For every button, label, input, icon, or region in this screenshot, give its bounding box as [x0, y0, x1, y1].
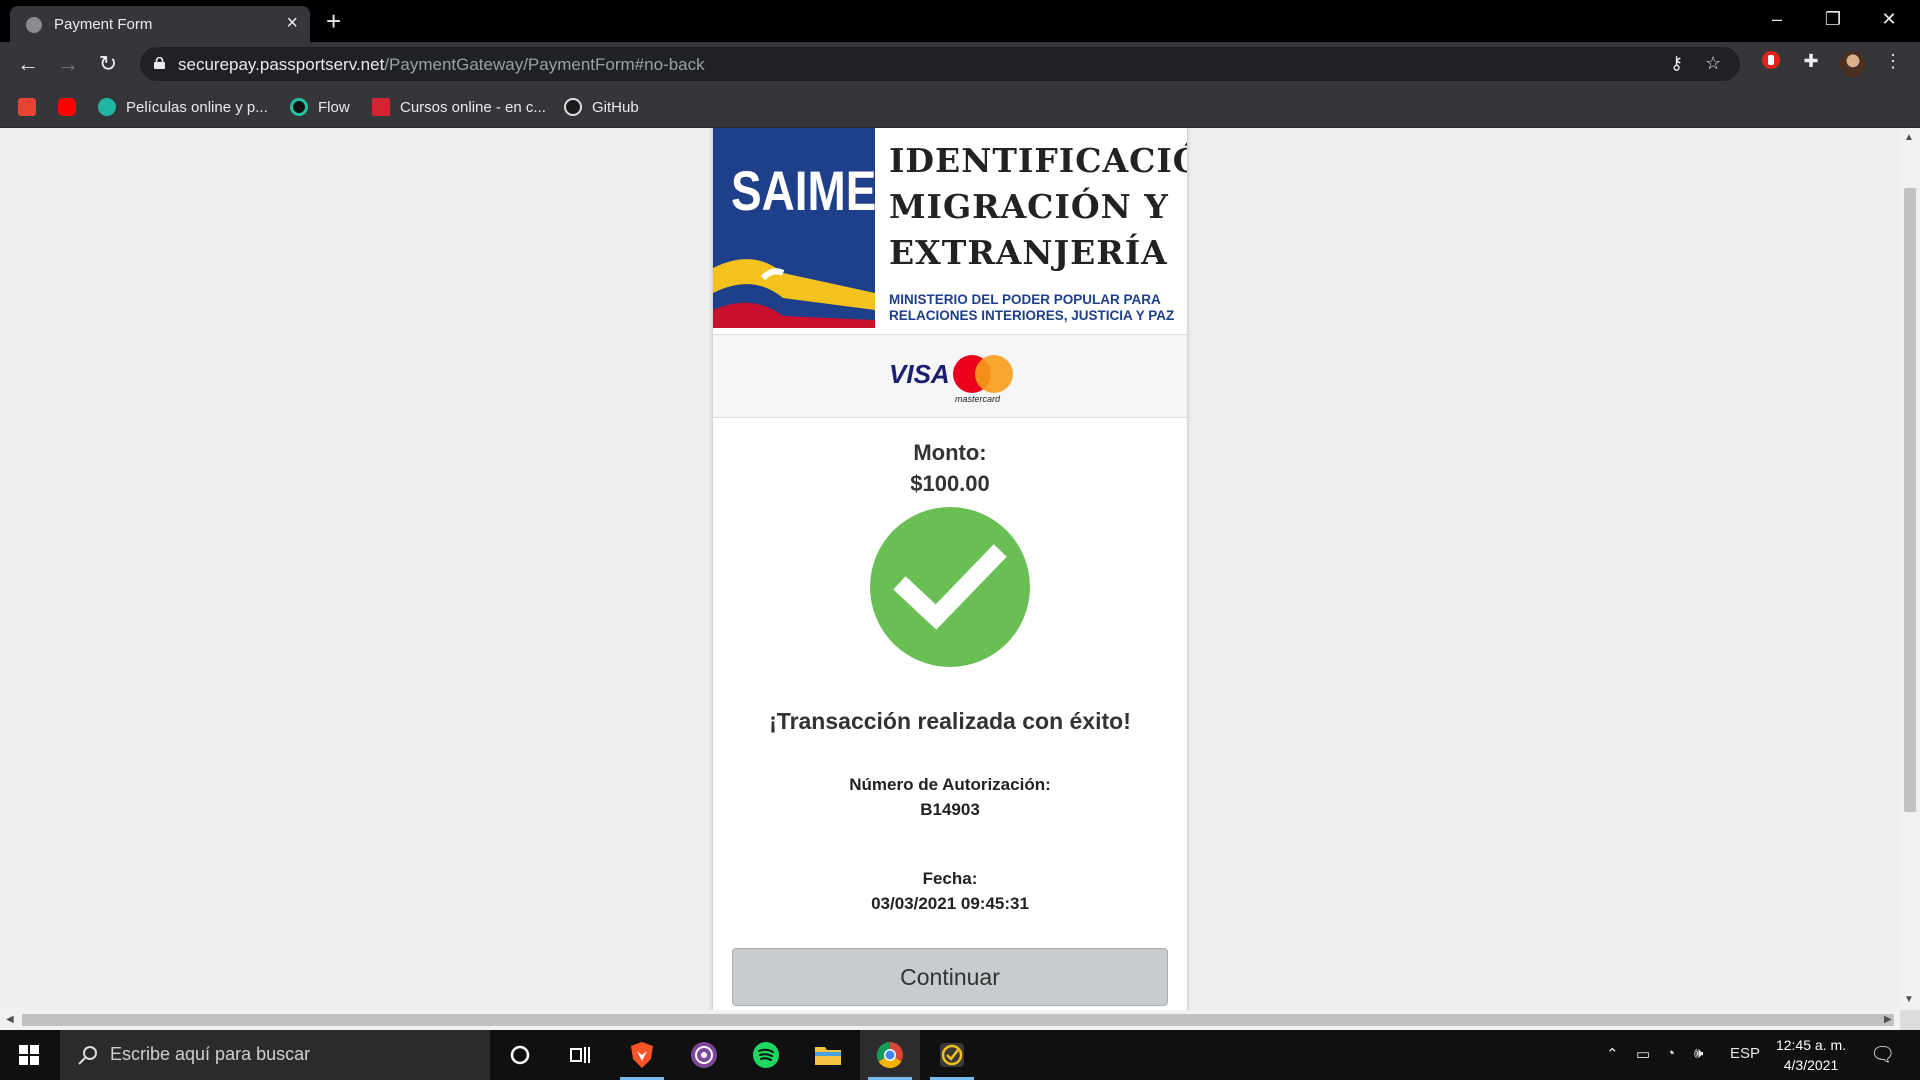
tor-browser-icon[interactable]: [674, 1030, 734, 1080]
accepted-cards: VISA mastercard: [713, 334, 1187, 418]
lock-icon: [154, 57, 165, 69]
github-icon: [564, 98, 582, 116]
youtube-icon: [58, 98, 76, 116]
amount-label: Monto:: [913, 440, 987, 465]
system-clock[interactable]: 12:45 a. m. 4/3/2021: [1766, 1035, 1856, 1075]
brave-browser-icon[interactable]: [612, 1030, 672, 1080]
ministry-name: MINISTERIO DEL PODER POPULAR PARA RELACI…: [889, 292, 1187, 324]
globe-icon: [26, 17, 42, 33]
tab-payment-form[interactable]: Payment Form ×: [10, 6, 310, 42]
star-icon[interactable]: ☆: [1705, 53, 1721, 74]
todo-app-icon[interactable]: [922, 1030, 982, 1080]
continue-button[interactable]: Continuar: [732, 948, 1168, 1006]
authorization-label: Número de Autorización:: [849, 775, 1051, 794]
close-window-icon[interactable]: ✕: [1866, 4, 1912, 34]
battery-icon[interactable]: ▭: [1636, 1045, 1650, 1063]
mastercard-logo-circle: [975, 355, 1013, 393]
bookmark-label: GitHub: [592, 98, 639, 116]
windows-taskbar: Escribe aquí para buscar ⌃ ▭ ◔ 🕪 ESP 12:…: [0, 1030, 1920, 1080]
saime-logo: SAIME: [713, 128, 875, 328]
date-value: 03/03/2021 09:45:31: [871, 894, 1029, 913]
restore-icon[interactable]: ❐: [1810, 4, 1856, 34]
date-label: Fecha:: [922, 869, 978, 888]
scroll-left-icon[interactable]: ◀: [6, 1014, 14, 1025]
close-tab-icon[interactable]: ×: [286, 12, 298, 34]
ministry-line: MINISTERIO DEL PODER POPULAR PARA: [889, 292, 1161, 307]
bookmark-label: Películas online y p...: [126, 98, 268, 116]
visa-logo: VISA: [889, 359, 950, 389]
bookmark-youtube[interactable]: [58, 96, 86, 118]
profile-avatar[interactable]: [1840, 51, 1866, 77]
flag-ribbon-icon: [713, 259, 875, 328]
minimize-icon[interactable]: –: [1754, 4, 1800, 34]
page-viewport: SAIME IDENTIFICACIÓN MIGRACIÓN Y EXTRANJ…: [0, 128, 1900, 1010]
taskbar-search[interactable]: Escribe aquí para buscar: [60, 1030, 490, 1080]
bookmark-label: Flow: [318, 98, 350, 116]
institution-line: MIGRACIÓN Y: [889, 187, 1169, 226]
back-icon[interactable]: ←: [14, 50, 42, 78]
vertical-scrollbar[interactable]: ▲ ▼: [1900, 128, 1920, 1010]
chrome-icon[interactable]: [860, 1030, 920, 1080]
tab-strip: Payment Form × + – ❐ ✕: [0, 0, 1920, 42]
bookmark-udemy[interactable]: Cursos online - en c...: [372, 96, 546, 118]
success-message: ¡Transacción realizada con éxito!: [769, 708, 1131, 734]
search-placeholder: Escribe aquí para buscar: [110, 1044, 311, 1064]
start-button[interactable]: [0, 1030, 60, 1080]
scroll-up-icon[interactable]: ▲: [1904, 132, 1914, 143]
scrollbar-corner: [1900, 1010, 1920, 1030]
browser-toolbar: ← → ↻ securepay.passportserv.net/Payment…: [0, 42, 1920, 86]
forward-icon[interactable]: →: [54, 50, 82, 78]
bookmark-label: Cursos online - en c...: [400, 98, 546, 116]
gmail-icon: [18, 98, 36, 116]
institution-name: IDENTIFICACIÓN MIGRACIÓN Y EXTRANJERÍA: [889, 138, 1187, 276]
udemy-icon: [372, 98, 390, 116]
payment-result-card: SAIME IDENTIFICACIÓN MIGRACIÓN Y EXTRANJ…: [712, 128, 1188, 1010]
clock-date: 4/3/2021: [1783, 1057, 1839, 1073]
horizontal-scrollbar[interactable]: ◀ ▶: [0, 1010, 1900, 1030]
file-explorer-icon[interactable]: [798, 1030, 858, 1080]
address-bar[interactable]: securepay.passportserv.net/PaymentGatewa…: [140, 47, 1740, 81]
extensions-icon[interactable]: ✚: [1798, 51, 1824, 72]
flow-icon: [290, 98, 308, 116]
spotify-icon[interactable]: [736, 1030, 796, 1080]
ministry-line: RELACIONES INTERIORES, JUSTICIA Y PAZ: [889, 308, 1175, 323]
cortana-icon[interactable]: [490, 1030, 550, 1080]
reload-icon[interactable]: ↻: [94, 50, 122, 78]
institution-line: EXTRANJERÍA: [889, 233, 1168, 272]
bookmark-peliculas[interactable]: Películas online y p...: [98, 96, 268, 118]
wifi-icon[interactable]: ◔: [1666, 1045, 1675, 1062]
scroll-down-icon[interactable]: ▼: [1904, 994, 1914, 1005]
scroll-right-icon[interactable]: ▶: [1884, 1014, 1892, 1025]
clock-time: 12:45 a. m.: [1775, 1037, 1847, 1053]
notifications-icon[interactable]: 🗨: [1870, 1042, 1895, 1067]
bookmark-github[interactable]: GitHub: [564, 96, 639, 118]
bookmarks-bar: Películas online y p... Flow Cursos onli…: [0, 86, 1920, 128]
institution-line: IDENTIFICACIÓN: [889, 141, 1187, 180]
success-check-icon: [870, 507, 1030, 667]
key-icon[interactable]: ⚷: [1670, 53, 1683, 74]
vertical-scroll-thumb[interactable]: [1904, 188, 1916, 812]
saime-header: SAIME IDENTIFICACIÓN MIGRACIÓN Y EXTRANJ…: [713, 128, 1187, 334]
amount-value: $100.00: [910, 471, 990, 496]
cuevana-icon: [98, 98, 116, 116]
menu-kebab-icon[interactable]: ⋮: [1880, 51, 1906, 72]
url-text: securepay.passportserv.net/PaymentGatewa…: [178, 55, 705, 74]
authorization-value: B14903: [920, 800, 980, 819]
task-view-icon[interactable]: [550, 1030, 610, 1080]
bookmark-flow[interactable]: Flow: [290, 96, 350, 118]
saime-logo-text: SAIME: [731, 159, 875, 222]
show-hidden-icons-chevron-icon[interactable]: ⌃: [1606, 1045, 1619, 1063]
language-indicator[interactable]: ESP: [1730, 1045, 1760, 1062]
adblock-extension-icon[interactable]: [1758, 51, 1784, 74]
new-tab-button[interactable]: +: [326, 6, 341, 36]
mastercard-label: mastercard: [955, 394, 1001, 404]
volume-icon[interactable]: 🕪: [1694, 1045, 1703, 1062]
windows-logo-icon: [19, 1045, 39, 1065]
bookmark-gmail[interactable]: [18, 96, 46, 118]
tab-title: Payment Form: [54, 16, 153, 33]
search-icon: [78, 1046, 97, 1065]
horizontal-scroll-thumb[interactable]: [22, 1014, 1894, 1026]
